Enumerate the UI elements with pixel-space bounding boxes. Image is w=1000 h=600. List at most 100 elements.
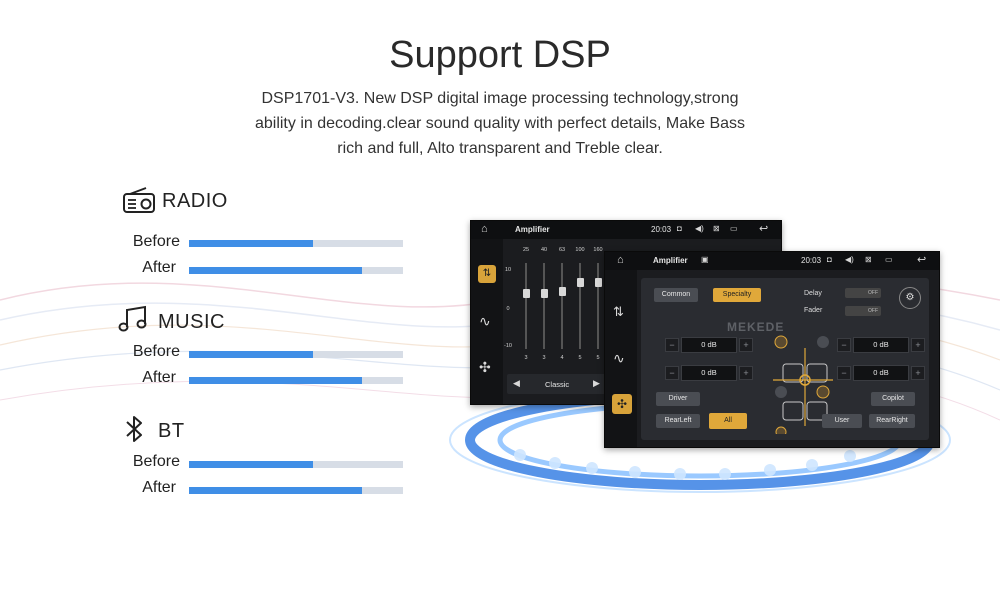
close-icon[interactable]: ⊠ (865, 255, 872, 264)
db-plus-front-left[interactable]: + (739, 338, 753, 352)
window-icon[interactable]: ▭ (730, 224, 738, 233)
eq-scale-bottom: -10 (504, 343, 512, 349)
camera-icon[interactable]: ◘ (827, 255, 832, 264)
fader-toggle[interactable]: OFF (845, 306, 881, 316)
db-front-left[interactable]: 0 dB (681, 337, 737, 353)
eq-slider-knob[interactable] (558, 287, 566, 297)
eq-slider-track[interactable] (597, 263, 599, 349)
db-minus-rear-right[interactable]: − (837, 366, 851, 380)
eq-slider-track[interactable] (579, 263, 581, 349)
eq-tab-icon[interactable]: ⇅ (478, 265, 496, 283)
eq-freq-label: 100 (575, 247, 585, 253)
eq-slider-track[interactable] (543, 263, 545, 349)
db-plus-front-right[interactable]: + (911, 338, 925, 352)
page-title: Support DSP (389, 34, 611, 76)
db-minus-rear-left[interactable]: − (665, 366, 679, 380)
db-minus-front-right[interactable]: − (837, 338, 851, 352)
delay-toggle[interactable]: OFF (845, 288, 881, 298)
eq-scale-mid: 0 (506, 306, 510, 312)
eq-value-label: 3 (542, 355, 546, 361)
music-after-bar (189, 377, 403, 384)
eq-slider-knob[interactable] (594, 278, 602, 288)
eq-time: 20:03 (651, 225, 672, 234)
bt-before-fill (189, 461, 314, 468)
eq-value-label: 3 (524, 355, 528, 361)
amp-panel: Common Specialty Delay OFF Fader OFF ⚙ M… (641, 278, 929, 440)
eq-screen-title: Amplifier (515, 225, 550, 234)
user-button[interactable]: User (822, 414, 862, 428)
eq-freq-label: 63 (558, 247, 566, 253)
eq-slider-knob[interactable] (540, 288, 548, 298)
eq-slider-knob[interactable] (576, 278, 584, 288)
fader-label: Fader (804, 307, 823, 314)
back-icon[interactable]: ↩ (917, 253, 926, 266)
delay-label: Delay (804, 290, 822, 297)
waveform-icon[interactable]: ∿ (479, 313, 491, 330)
music-note-icon (118, 305, 148, 338)
eq-freq-label: 25 (522, 247, 530, 253)
eq-sidebar: ⇅ ∿ ✣ (471, 239, 503, 404)
eq-slider-knob[interactable] (522, 288, 530, 298)
amp-screen-title: Amplifier (653, 256, 688, 265)
common-tab[interactable]: Common (654, 288, 698, 302)
eq-sliders-area: 10 0 -10 25 3 40 3 63 4 100 5 160 5 (504, 243, 607, 368)
all-button[interactable]: All (709, 413, 747, 429)
image-icon: ▣ (701, 255, 709, 264)
specialty-tab[interactable]: Specialty (713, 288, 761, 302)
radio-before-bar (189, 240, 403, 247)
close-icon[interactable]: ⊠ (713, 224, 720, 233)
music-before-bar (189, 351, 403, 358)
eq-preset-selector[interactable]: ◀ Classic ▶ (507, 374, 611, 394)
amp-sidebar: ⇅ ∿ ✣ (605, 270, 637, 447)
back-icon[interactable]: ↩ (759, 222, 768, 235)
rear-right-button[interactable]: RearRight (869, 414, 915, 428)
amp-time: 20:03 (801, 256, 822, 265)
preset-label: Classic (545, 380, 570, 389)
rear-left-button[interactable]: RearLeft (656, 414, 700, 428)
volume-icon[interactable]: ◀) (845, 255, 854, 264)
bt-after-fill (189, 487, 363, 494)
home-icon[interactable]: ⌂ (617, 254, 624, 266)
music-before-label: Before (132, 343, 180, 360)
db-rear-right[interactable]: 0 dB (853, 365, 909, 381)
eq-value-label: 5 (578, 355, 582, 361)
balance-icon[interactable]: ✣ (479, 359, 491, 376)
bt-before-label: Before (132, 453, 180, 470)
eq-freq-label: 40 (540, 247, 548, 253)
watermark: MEKEDE (727, 320, 785, 334)
bt-after-label: After (142, 479, 176, 496)
db-front-right[interactable]: 0 dB (853, 337, 909, 353)
db-plus-rear-right[interactable]: + (911, 366, 925, 380)
home-icon[interactable]: ⌂ (481, 223, 488, 235)
eq-value-label: 4 (560, 355, 564, 361)
driver-button[interactable]: Driver (656, 392, 700, 406)
music-after-fill (189, 377, 363, 384)
car-settings-icon[interactable]: ⚙ (899, 287, 921, 309)
window-icon[interactable]: ▭ (885, 255, 893, 264)
car-seat-diagram (773, 335, 833, 434)
db-plus-rear-left[interactable]: + (739, 366, 753, 380)
description-line-2: ability in decoding.clear sound quality … (254, 115, 746, 132)
description-line-1: DSP1701-V3. New DSP digital image proces… (261, 90, 739, 107)
eq-slider-track[interactable] (561, 263, 563, 349)
music-before-fill (189, 351, 314, 358)
waveform-icon[interactable]: ∿ (613, 350, 625, 367)
camera-icon[interactable]: ◘ (677, 224, 682, 233)
eq-freq-label: 160 (593, 247, 603, 253)
preset-next-icon[interactable]: ▶ (593, 378, 600, 389)
bt-after-bar (189, 487, 403, 494)
db-rear-left[interactable]: 0 dB (681, 365, 737, 381)
eq-slider-track[interactable] (525, 263, 527, 349)
amplifier-specialty-screen: ⌂ Amplifier ▣ 20:03 ◘ ◀) ⊠ ▭ ↩ ⇅ ∿ ✣ Com… (604, 251, 940, 448)
db-minus-front-left[interactable]: − (665, 338, 679, 352)
volume-icon[interactable]: ◀) (695, 224, 704, 233)
copilot-button[interactable]: Copilot (871, 392, 915, 406)
preset-prev-icon[interactable]: ◀ (513, 378, 520, 389)
bt-before-bar (189, 461, 403, 468)
radio-label: RADIO (162, 190, 228, 212)
bt-label: BT (158, 420, 185, 442)
eq-tab-icon[interactable]: ⇅ (613, 304, 624, 320)
radio-after-label: After (142, 259, 176, 276)
radio-after-bar (189, 267, 403, 274)
balance-tab-icon[interactable]: ✣ (612, 394, 632, 414)
